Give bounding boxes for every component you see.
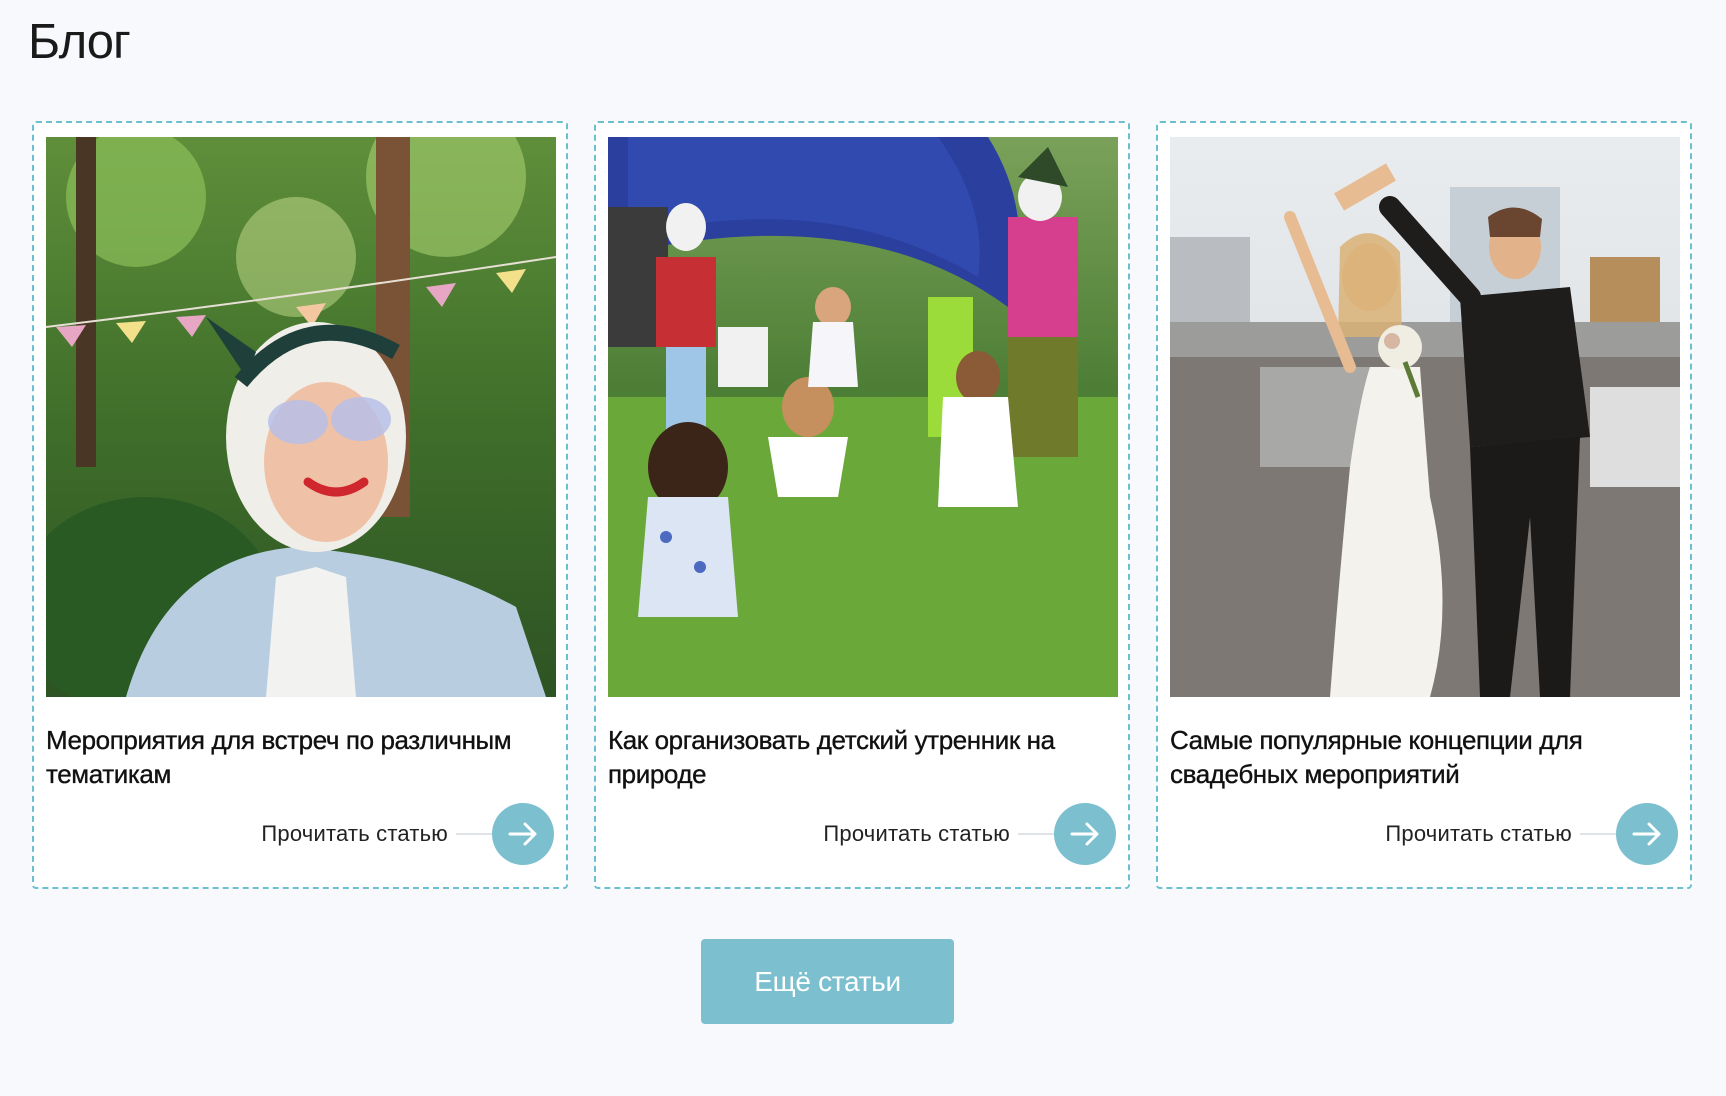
- card-title[interactable]: Самые популярные концепции для свадебных…: [1170, 723, 1678, 793]
- read-article-button[interactable]: [1616, 803, 1678, 865]
- read-article-button[interactable]: [1054, 803, 1116, 865]
- card-title[interactable]: Как организовать детский утренник на при…: [608, 723, 1116, 793]
- blog-card[interactable]: Как организовать детский утренник на при…: [594, 121, 1130, 889]
- arrow-right-icon: [508, 822, 537, 846]
- read-article-label[interactable]: Прочитать статью: [261, 821, 448, 847]
- page-title: Блог: [28, 15, 131, 69]
- read-article-link[interactable]: Прочитать статью: [1385, 803, 1678, 865]
- blog-card-list: Мероприятия для встреч по различным тема…: [32, 121, 1692, 889]
- divider-line: [456, 833, 492, 835]
- card-photo-kids-party[interactable]: [608, 137, 1118, 697]
- blog-page: Блог Мероприятия для встреч по различным…: [0, 0, 1726, 1096]
- arrow-right-icon: [1070, 822, 1099, 846]
- card-photo-senior-woman[interactable]: [46, 137, 556, 697]
- divider-line: [1018, 833, 1054, 835]
- read-article-label[interactable]: Прочитать статью: [823, 821, 1010, 847]
- arrow-right-icon: [1632, 822, 1661, 846]
- card-title[interactable]: Мероприятия для встреч по различным тема…: [46, 723, 554, 793]
- card-photo-wedding-couple[interactable]: [1170, 137, 1680, 697]
- more-articles-button[interactable]: Ещё статьи: [701, 939, 954, 1024]
- read-article-button[interactable]: [492, 803, 554, 865]
- divider-line: [1580, 833, 1616, 835]
- read-article-label[interactable]: Прочитать статью: [1385, 821, 1572, 847]
- read-article-link[interactable]: Прочитать статью: [823, 803, 1116, 865]
- blog-card[interactable]: Самые популярные концепции для свадебных…: [1156, 121, 1692, 889]
- read-article-link[interactable]: Прочитать статью: [261, 803, 554, 865]
- blog-card[interactable]: Мероприятия для встреч по различным тема…: [32, 121, 568, 889]
